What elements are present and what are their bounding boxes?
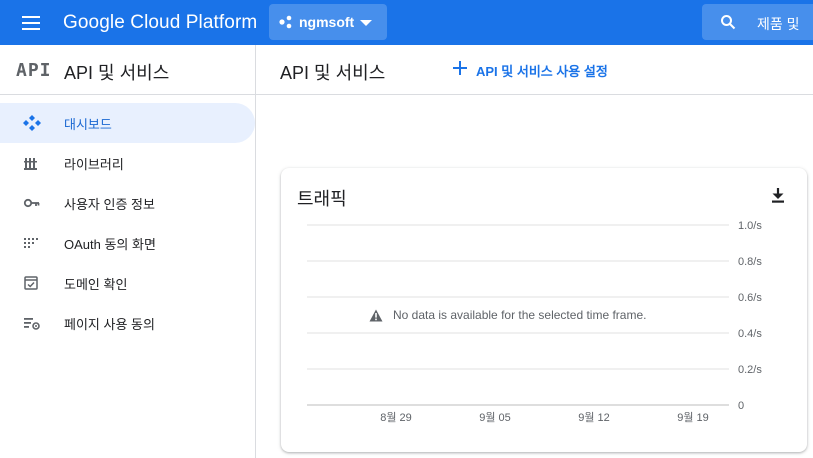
top-app-bar: Google Cloud Platform ngmsoft 제품 및 <box>0 0 813 45</box>
hamburger-menu-icon[interactable] <box>19 12 43 34</box>
download-icon[interactable] <box>769 186 787 204</box>
y-tick-label: 0.8/s <box>738 256 762 268</box>
search-placeholder: 제품 및 <box>757 16 800 32</box>
no-data-message: No data is available for the selected ti… <box>393 308 647 322</box>
sidebar-item-credentials[interactable]: 사용자 인증 정보 <box>0 183 255 223</box>
page-title: API 및 서비스 <box>280 63 386 83</box>
traffic-card: 1.0/s 0.8/s 0.6/s 0.4/s 0.2/s 0 8월 29 9월 05 9월 1… <box>281 168 807 452</box>
sidebar-item-label: 사용자 인증 정보 <box>64 197 155 212</box>
sidebar-item-dashboard[interactable]: 대시보드 <box>0 103 255 143</box>
sidebar-item-label: OAuth 동의 화면 <box>64 237 156 252</box>
y-tick-label: 0.2/s <box>738 364 762 376</box>
sidebar-item-label: 라이브러리 <box>64 157 124 172</box>
sidebar-item-oauth-consent[interactable]: OAuth 동의 화면 <box>0 223 255 263</box>
page-usage-agreement-icon <box>24 318 40 330</box>
plus-icon <box>453 61 467 75</box>
x-tick-label: 8월 29 <box>380 411 412 424</box>
card-title: 트래픽 <box>297 189 347 209</box>
y-tick-label: 1.0/s <box>738 220 762 232</box>
warning-icon <box>369 309 383 322</box>
search-icon <box>721 15 736 30</box>
page-header: API 및 서비스 API 및 서비스 사용 설정 <box>256 45 813 95</box>
caret-down-icon <box>360 20 372 26</box>
sidebar: API API 및 서비스 대시보드 라이브러리 사용자 인증 정보 OAuth… <box>0 45 256 458</box>
sidebar-item-label: 페이지 사용 동의 <box>64 317 155 332</box>
dashboard-icon <box>23 115 41 131</box>
sidebar-item-label: 대시보드 <box>64 117 112 132</box>
domain-verification-icon <box>24 276 38 290</box>
sidebar-header: API API 및 서비스 <box>0 45 255 95</box>
library-icon <box>24 158 37 170</box>
search-input[interactable]: 제품 및 <box>702 4 813 40</box>
sidebar-nav: 대시보드 라이브러리 사용자 인증 정보 OAuth 동의 화면 도메인 확인 … <box>0 103 255 343</box>
api-logo: API <box>16 60 52 81</box>
sidebar-title: API 및 서비스 <box>64 63 170 83</box>
y-tick-label: 0.4/s <box>738 328 762 340</box>
project-dots-icon <box>279 15 292 29</box>
x-tick-label: 9월 19 <box>677 411 709 424</box>
project-selector-button[interactable]: ngmsoft <box>269 4 387 40</box>
brand-title[interactable]: Google Cloud Platform <box>63 12 257 34</box>
oauth-consent-icon <box>24 238 38 248</box>
sidebar-item-label: 도메인 확인 <box>64 277 128 292</box>
sidebar-item-library[interactable]: 라이브러리 <box>0 143 255 183</box>
x-tick-label: 9월 05 <box>479 411 511 424</box>
y-tick-label: 0 <box>738 400 744 412</box>
key-icon <box>23 198 40 208</box>
enable-apis-label: API 및 서비스 사용 설정 <box>476 64 608 79</box>
project-name: ngmsoft <box>299 14 355 30</box>
sidebar-item-page-usage-agreement[interactable]: 페이지 사용 동의 <box>0 303 255 343</box>
x-tick-label: 9월 12 <box>578 411 610 424</box>
sidebar-item-domain-verification[interactable]: 도메인 확인 <box>0 263 255 303</box>
y-tick-label: 0.6/s <box>738 292 762 304</box>
